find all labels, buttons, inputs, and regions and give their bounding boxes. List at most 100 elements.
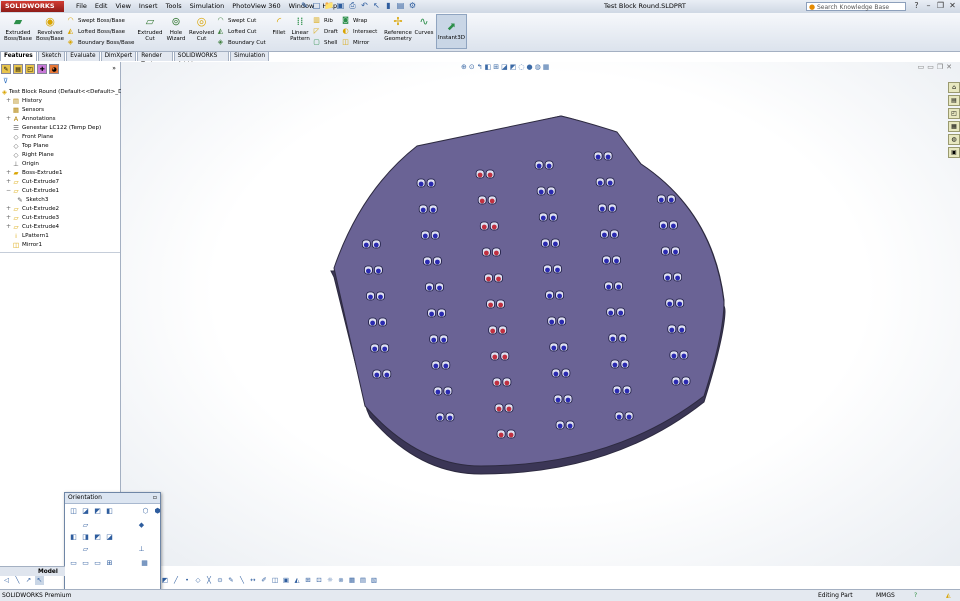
tree-item[interactable]: ◇ Top Plane (2, 141, 120, 150)
surface-filter-icon[interactable]: ◫ (270, 575, 280, 585)
search-input[interactable]: ● Search Knowledge Base (806, 2, 906, 11)
bottom-view-icon[interactable]: ▱ (81, 545, 90, 553)
file-properties-icon[interactable]: ▤ (396, 1, 405, 11)
save-icon[interactable]: ▣ (336, 1, 345, 11)
select-pointer-icon[interactable]: ↖ (35, 576, 44, 585)
design-library-icon[interactable]: ▤ (948, 95, 960, 106)
help-status-icon[interactable]: ? (914, 590, 917, 601)
link-views-icon[interactable]: ▦ (140, 559, 149, 567)
single-view-icon[interactable]: ▭ (69, 559, 78, 567)
menu-insert[interactable]: Insert (135, 0, 162, 13)
left-view-icon[interactable]: ◧ (69, 533, 78, 541)
hatch-filter-icon[interactable]: ▦ (347, 575, 357, 585)
menu-tools[interactable]: Tools (162, 0, 186, 13)
pin-icon[interactable]: ✎ (300, 1, 309, 11)
lofted-boss-button[interactable]: ◭ Lofted Boss/Base (66, 26, 134, 37)
dimxpert-tab-icon[interactable]: ✚ (37, 64, 48, 74)
fillet-button[interactable]: ◜ Fillet (269, 15, 289, 36)
sketch-filter-icon[interactable]: ✎ (226, 575, 236, 585)
four-view-icon[interactable]: ⊞ (105, 559, 114, 567)
rebuild-icon[interactable]: ▮ (384, 1, 393, 11)
draft-button[interactable]: ◸ Draft (312, 26, 338, 37)
lofted-cut-button[interactable]: ◭ Lofted Cut (216, 26, 266, 37)
curves-button[interactable]: ∿ Curves (414, 15, 434, 36)
tab-addins[interactable]: SOLIDWORKS Add-Ins (173, 51, 230, 68)
isometric-view-icon[interactable]: ◆ (137, 521, 146, 529)
right-view-icon[interactable]: ◩ (93, 533, 102, 541)
tab-dimxpert[interactable]: DimXpert (100, 51, 137, 61)
tab-evaluate[interactable]: Evaluate (66, 51, 100, 61)
tree-item[interactable]: + A Annotations (2, 114, 120, 123)
intersect-button[interactable]: ◐ Intersect (341, 26, 377, 37)
panel-divider[interactable] (0, 252, 120, 253)
part-model[interactable] (121, 62, 960, 566)
view-pin-icon[interactable]: ◫ (69, 507, 78, 515)
solidworks-logo[interactable]: SOLIDWORKS (1, 1, 64, 12)
tab-simulation[interactable]: Simulation (230, 51, 269, 61)
body-filter-icon[interactable]: ▣ (281, 575, 291, 585)
tree-item[interactable]: + ▰ Boss-Extrude1 (2, 168, 120, 177)
dimension-filter-icon[interactable]: ↔ (248, 575, 258, 585)
point-filter-icon[interactable]: ⊙ (215, 575, 225, 585)
tree-item[interactable]: + ▱ Cut-Extrude3 (2, 213, 120, 222)
rib-button[interactable]: ▥ Rib (312, 15, 338, 26)
revolved-cut-button[interactable]: ◎ Revolved Cut (189, 15, 214, 42)
property-manager-tab-icon[interactable]: ▤ (13, 64, 24, 74)
menu-file[interactable]: File (72, 0, 91, 13)
back-view-icon[interactable]: ◪ (105, 533, 114, 541)
filter-bottom-icon[interactable]: ◁ (2, 576, 11, 585)
tree-item[interactable]: + ▱ Cut-Extrude4 (2, 222, 120, 231)
tree-item[interactable]: + ▤ History (2, 96, 120, 105)
tree-item[interactable]: ◇ Front Plane (2, 132, 120, 141)
menu-photoview[interactable]: PhotoView 360 (228, 0, 284, 13)
two-view-vertical-icon[interactable]: ▭ (93, 559, 102, 567)
close-icon[interactable]: ✕ (948, 1, 957, 11)
tree-item[interactable]: + ▱ Cut-Extrude2 (2, 204, 120, 213)
tree-item[interactable]: − ▱ Cut-Extrude1 (2, 186, 120, 195)
tree-item[interactable]: ◫ Mirror1 (2, 240, 120, 249)
two-view-horizontal-icon[interactable]: ▭ (81, 559, 90, 567)
plane-filter-icon[interactable]: ◇ (193, 575, 203, 585)
instant3d-button[interactable]: ⬈ Instant3D (436, 14, 467, 49)
table-filter-icon[interactable]: ▤ (358, 575, 368, 585)
undo-icon[interactable]: ↶ (360, 1, 369, 11)
view-palette-icon[interactable]: ▦ (948, 121, 960, 132)
tolerance-filter-icon[interactable]: ⊡ (314, 575, 324, 585)
view-new-icon[interactable]: ◪ (81, 507, 90, 515)
datum-filter-icon[interactable]: ⊞ (303, 575, 313, 585)
swept-cut-button[interactable]: ◠ Swept Cut (216, 15, 266, 26)
boundary-boss-button[interactable]: ◈ Boundary Boss/Base (66, 37, 135, 48)
menu-view[interactable]: View (111, 0, 134, 13)
custom-properties-icon[interactable]: ▣ (948, 147, 960, 158)
feature-tree-tab-icon[interactable]: ✎ (1, 64, 12, 74)
help-icon[interactable]: ? (912, 1, 921, 11)
tree-item[interactable]: ◈ Test Block Round (Default<<Default>_D (2, 87, 122, 96)
edge-filter-icon[interactable]: ╱ (171, 575, 181, 585)
shell-button[interactable]: ▢ Shell (312, 37, 338, 48)
warning-icon[interactable]: ◭ (946, 590, 951, 601)
revolved-boss-button[interactable]: ◉ Revolved Boss/Base (35, 15, 65, 42)
print-icon[interactable]: ⎙ (348, 1, 357, 11)
menu-simulation[interactable]: Simulation (186, 0, 229, 13)
tree-item[interactable]: ⊥ Origin (2, 159, 120, 168)
options-icon[interactable]: ⚙ (408, 1, 417, 11)
normal-to-icon[interactable]: ⊥ (137, 545, 146, 553)
open-folder-icon[interactable]: 📁 (324, 1, 334, 11)
graphics-area[interactable]: ⊕ ⊙ ↰ ◧ ⊞ ◪ ◩ ◌ ● ◍ ▦ ▭ ▭ ❐ ✕ ⌂ ▤ ◰ ▦ ◍ … (121, 62, 960, 566)
face-filter-icon[interactable]: ◩ (160, 575, 170, 585)
extruded-boss-button[interactable]: ▰ Extruded Boss/Base (3, 15, 33, 42)
tab-features[interactable]: Features (0, 51, 37, 61)
restore-icon[interactable]: ❐ (936, 1, 945, 11)
weld-filter-icon[interactable]: ◭ (292, 575, 302, 585)
view-selector-icon[interactable]: ⬡ (141, 507, 150, 515)
extruded-cut-button[interactable]: ▱ Extruded Cut (137, 15, 163, 42)
appearances-icon[interactable]: ◍ (948, 134, 960, 145)
tree-item[interactable]: + ▱ Cut-Extrude7 (2, 177, 120, 186)
vertex-filter-icon[interactable]: • (182, 575, 192, 585)
panel-expand-icon[interactable]: » (109, 64, 119, 74)
new-document-icon[interactable]: □ (312, 1, 321, 11)
line-icon[interactable]: ╲ (13, 576, 22, 585)
boundary-cut-button[interactable]: ◈ Boundary Cut (216, 37, 266, 48)
top-view-icon[interactable]: ▱ (81, 521, 90, 529)
menu-edit[interactable]: Edit (91, 0, 112, 13)
